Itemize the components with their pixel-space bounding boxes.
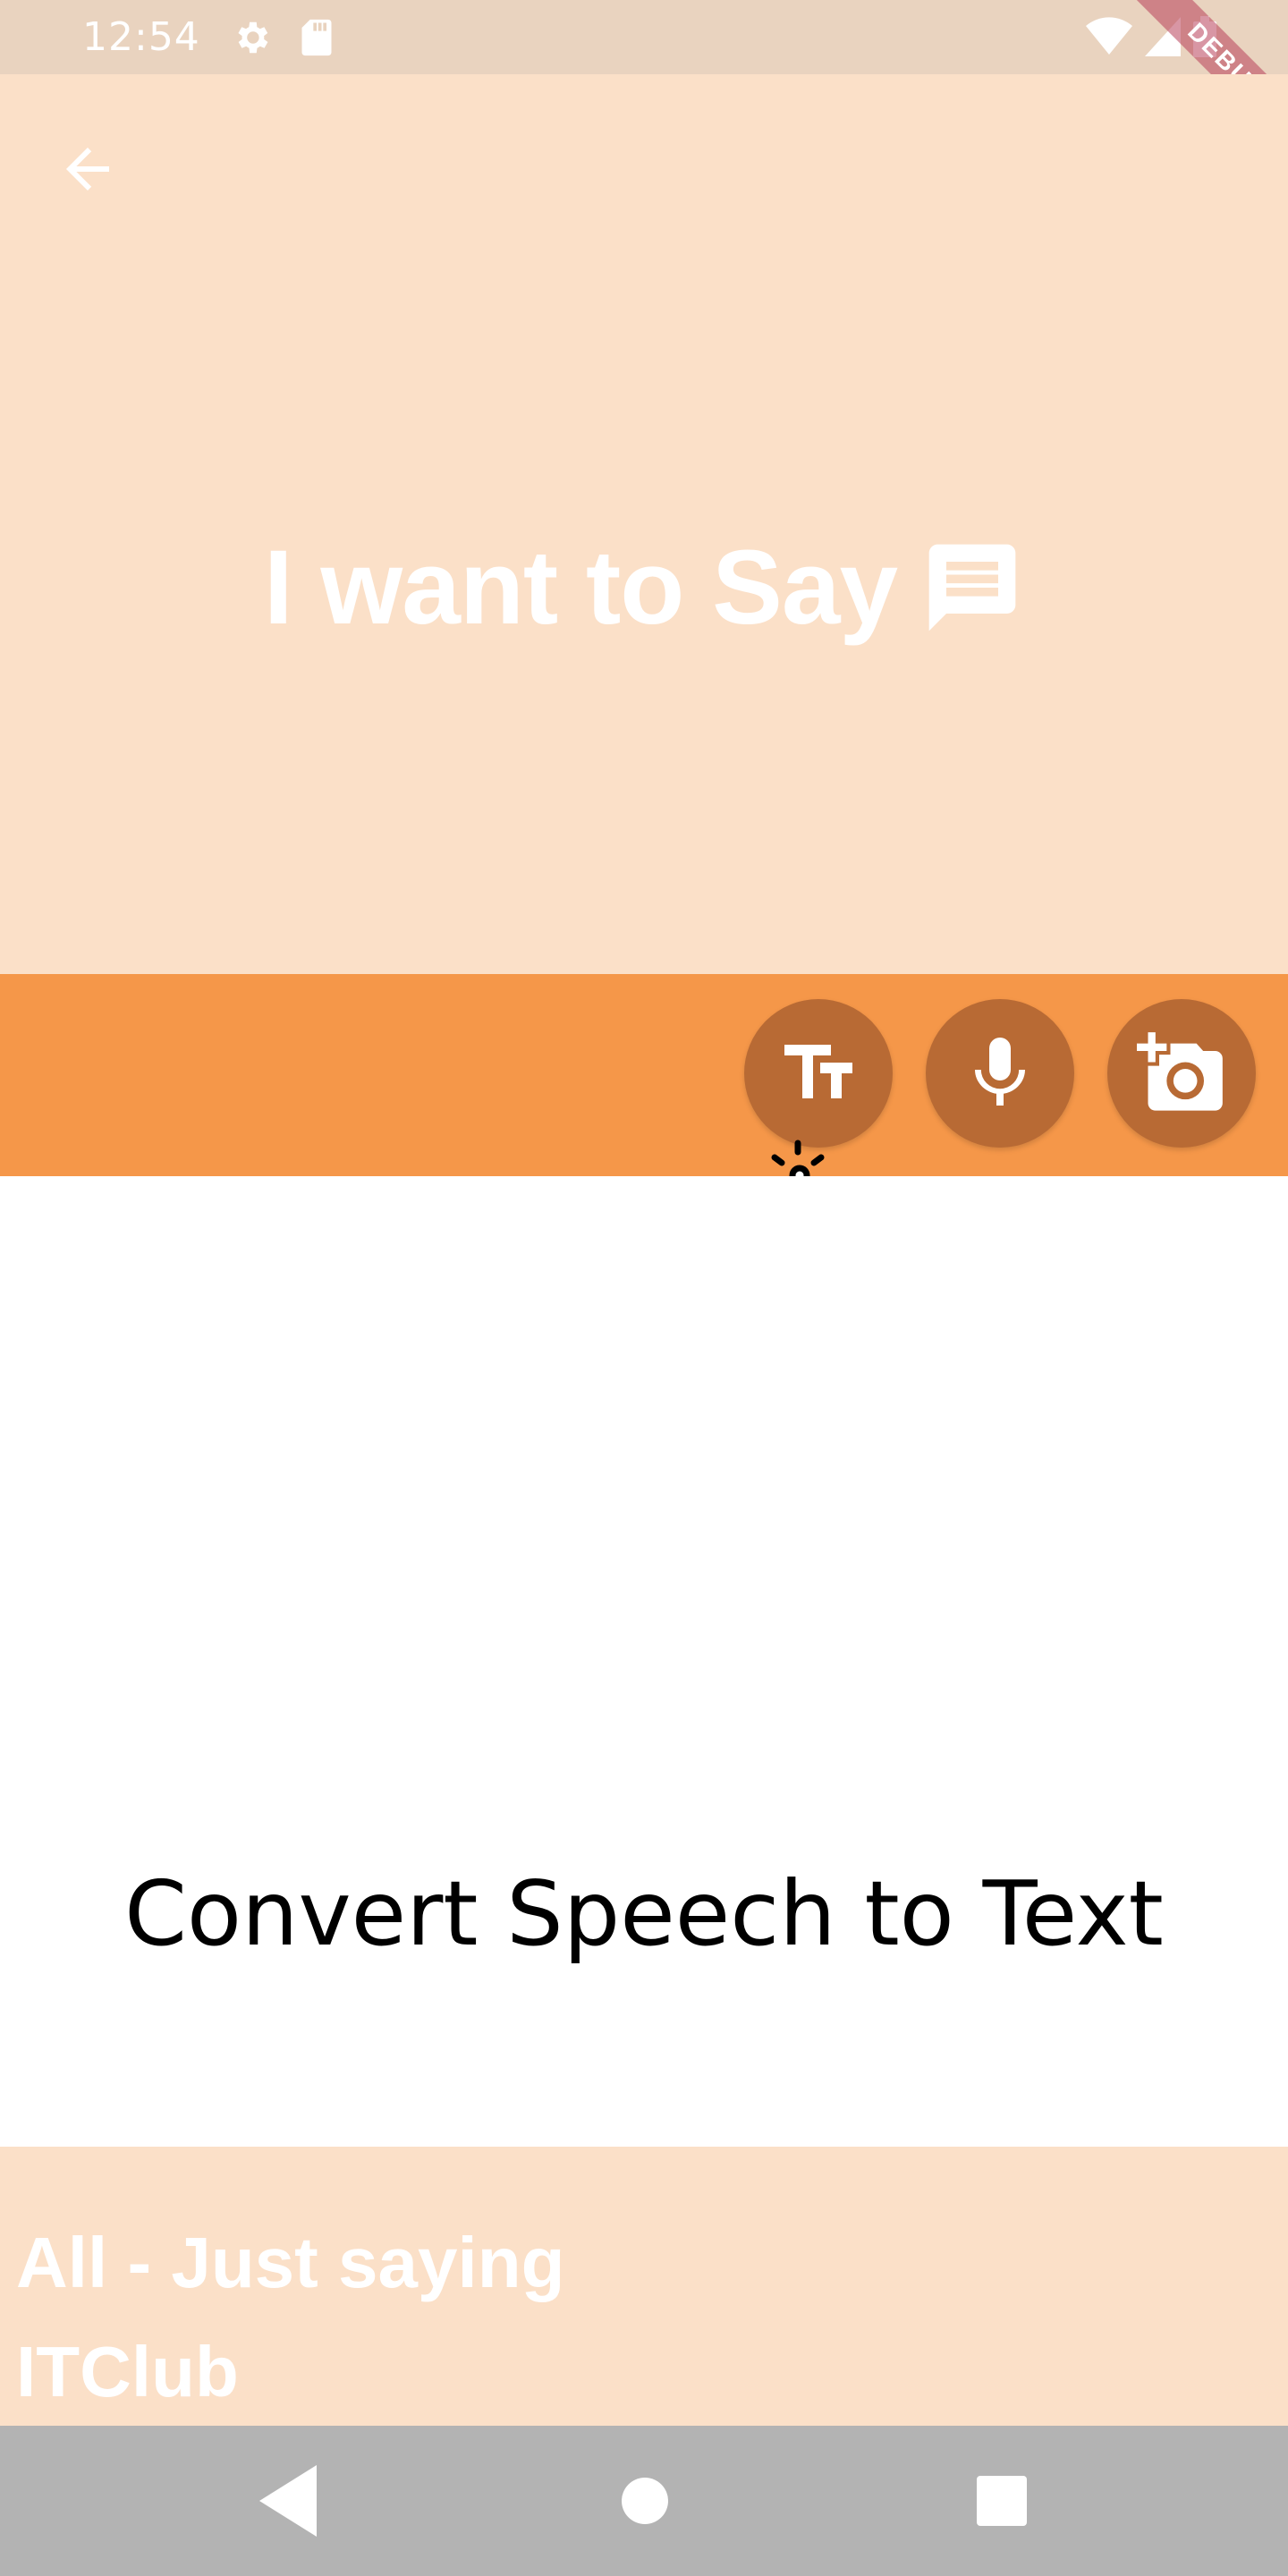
add-camera-icon [1137,1032,1223,1111]
navigation-bar [0,2426,1288,2576]
back-triangle-icon[interactable] [256,2462,320,2540]
mic-button[interactable] [926,999,1074,1148]
gear-icon [238,21,268,53]
microphone-icon [975,1038,1025,1106]
footer-line-2: ITClub [16,2332,239,2411]
page-title-text: I want to Say [263,529,898,647]
wifi-icon [1086,17,1132,55]
message-icon [928,544,1016,631]
header: I want to Say [0,74,1288,974]
page-title: I want to Say [0,527,1288,648]
add-photo-button[interactable] [1107,999,1256,1148]
footer: All - Just saying ITClub [0,2147,1288,2426]
recents-square-icon[interactable] [970,2462,1034,2540]
arrow-left-icon[interactable] [55,137,120,201]
home-circle-icon[interactable] [614,2462,676,2540]
sd-card-icon [301,19,332,55]
status-bar: 12:54 DEBUG [0,0,1288,178]
content-area: Convert Speech to Text [0,1176,1288,2147]
text-size-button[interactable] [744,999,893,1148]
convert-speech-label: Convert Speech to Text [124,1861,1164,1966]
footer-line-1: All - Just saying [16,2223,565,2302]
status-time: 12:54 [82,14,200,60]
text-fields-icon [784,1045,852,1098]
status-icons-left [231,17,335,58]
action-toolbar [0,974,1288,1176]
